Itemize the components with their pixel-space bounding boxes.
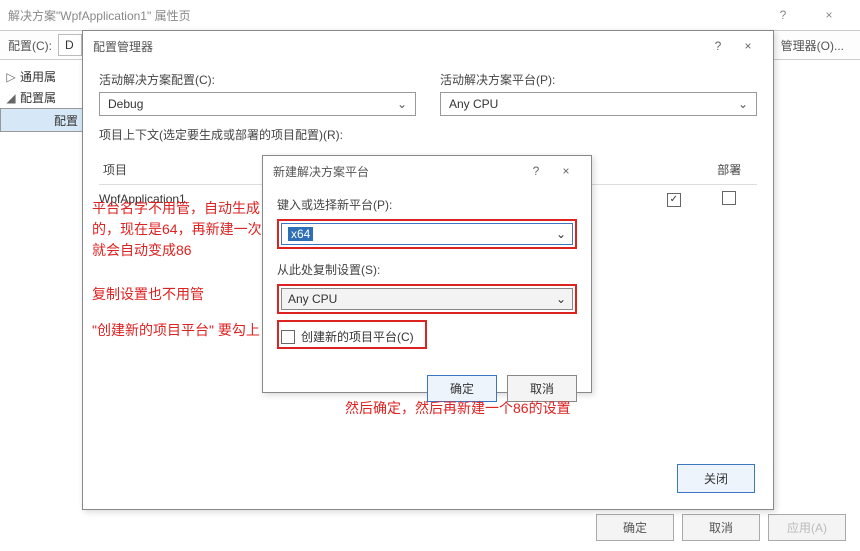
new-platform-dialog: 新建解决方案平台 ? × 键入或选择新平台(P): x64⌄ 从此处复制设置(S… (262, 155, 592, 393)
dlg2-title: 新建解决方案平台 (273, 163, 521, 180)
apply-button[interactable]: 应用(A) (768, 514, 846, 541)
new-platform-label: 键入或选择新平台(P): (277, 196, 577, 213)
annotation-text: 然后确定，然后再新建一个86的设置 (345, 398, 571, 419)
hdr-deploy: 部署 (701, 155, 757, 184)
tree-node-common[interactable]: ▷通用属 (0, 66, 85, 87)
dlg2-help-icon[interactable]: ? (521, 164, 551, 178)
tree-node-config-props[interactable]: ◢配置属 (0, 87, 85, 108)
dlg1-help-icon[interactable]: ? (703, 39, 733, 53)
hdr-project: 项目 (99, 155, 269, 184)
main-buttons: 确定 取消 应用(A) (596, 514, 846, 541)
help-button[interactable]: ? (760, 0, 806, 30)
dlg1-titlebar: 配置管理器 ? × (83, 31, 773, 61)
copy-from-select[interactable]: Any CPU⌄ (281, 288, 573, 310)
annotation-text: "创建新的项目平台" 要勾上 (92, 320, 260, 341)
dlg1-title: 配置管理器 (93, 38, 703, 55)
expand-icon: ▷ (6, 70, 16, 84)
build-checkbox[interactable]: ✓ (667, 193, 681, 207)
dlg2-titlebar: 新建解决方案平台 ? × (263, 156, 591, 186)
sol-platform-label: 活动解决方案平台(P): (440, 71, 757, 88)
dlg1-close-icon[interactable]: × (733, 39, 763, 53)
create-project-platform-check[interactable]: 创建新的项目平台(C) (281, 328, 423, 345)
annotation-box: Any CPU⌄ (277, 284, 577, 314)
config-manager-link[interactable]: 管理器(O)... (773, 35, 852, 56)
cancel-button[interactable]: 取消 (682, 514, 760, 541)
annotation-box: x64⌄ (277, 219, 577, 249)
dlg1-close-button[interactable]: 关闭 (677, 464, 755, 493)
chevron-down-icon: ⌄ (556, 292, 566, 306)
annotation-text: 复制设置也不用管 (92, 284, 204, 305)
chevron-down-icon: ⌄ (397, 97, 407, 111)
close-button[interactable]: × (806, 0, 852, 30)
ok-button[interactable]: 确定 (596, 514, 674, 541)
annotation-text: 平台名字不用管，自动生成的，现在是64，再新建一次就会自动变成86 (92, 198, 262, 261)
copy-from-label: 从此处复制设置(S): (277, 261, 577, 278)
new-platform-select[interactable]: x64⌄ (281, 223, 573, 245)
context-label: 项目上下文(选定要生成或部署的项目配置)(R): (99, 126, 757, 143)
sol-config-select[interactable]: Debug⌄ (99, 92, 416, 116)
annotation-box: 创建新的项目平台(C) (277, 320, 427, 349)
chevron-down-icon: ⌄ (556, 227, 566, 241)
main-window-titlebar: 解决方案"WpfApplication1" 属性页 ? × (0, 0, 860, 30)
sol-platform-select[interactable]: Any CPU⌄ (440, 92, 757, 116)
config-combo[interactable]: D (58, 34, 82, 56)
sol-config-label: 活动解决方案配置(C): (99, 71, 416, 88)
dlg2-close-icon[interactable]: × (551, 164, 581, 178)
main-window-title: 解决方案"WpfApplication1" 属性页 (8, 7, 760, 24)
deploy-checkbox[interactable] (722, 191, 736, 205)
tree-node-config[interactable]: 配置 (0, 108, 85, 132)
checkbox-icon (281, 330, 295, 344)
nav-tree: ▷通用属 ◢配置属 配置 (0, 60, 86, 490)
collapse-icon: ◢ (6, 91, 16, 105)
chevron-down-icon: ⌄ (738, 97, 748, 111)
config-label: 配置(C): (8, 37, 52, 54)
